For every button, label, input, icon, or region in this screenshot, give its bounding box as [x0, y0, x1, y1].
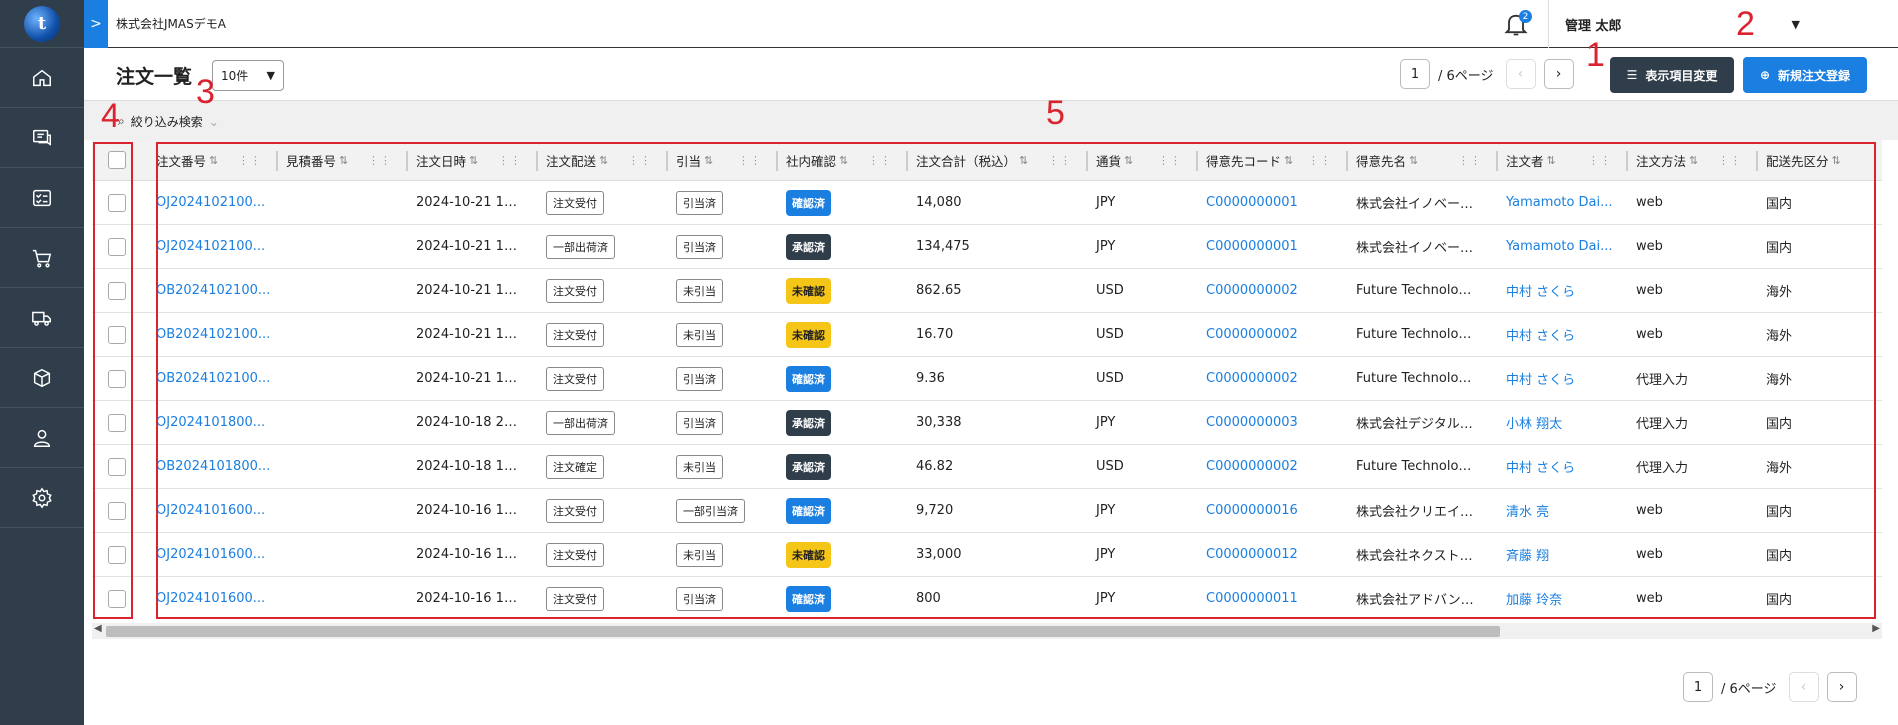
next-page-button[interactable]: ›	[1543, 59, 1574, 89]
gear-icon	[32, 487, 52, 508]
scroll-right-arrow-icon[interactable]: ▶	[1872, 623, 1880, 634]
new-order-button[interactable]: ⊕ 新規注文登録	[1743, 57, 1867, 93]
checklist-icon	[33, 189, 51, 206]
chevron-down-icon: ⌄	[208, 114, 219, 129]
globe-logo-icon: t	[24, 5, 60, 42]
chevron-left-icon: ‹	[1800, 679, 1807, 695]
page-number-input[interactable]: 1	[1400, 59, 1430, 89]
annotation-number-3: 3	[196, 73, 215, 111]
filter-toggle[interactable]: ⌕ 絞り込み検索 ⌄	[118, 113, 219, 130]
page-title: 注文一覧	[116, 66, 193, 88]
column-settings-label: 表示項目変更	[1645, 68, 1718, 83]
sidebar-item-settings[interactable]	[0, 468, 84, 528]
chevron-right-icon: ›	[1555, 66, 1562, 82]
filter-bar	[84, 100, 1898, 140]
sidebar-item-orders[interactable]	[0, 168, 84, 228]
sidebar-item-users[interactable]	[0, 408, 84, 468]
annotation-number-1: 1	[1586, 36, 1605, 74]
sidebar-item-shipping[interactable]	[0, 288, 84, 348]
caret-down-icon: ▼	[266, 69, 275, 82]
new-order-label: 新規注文登録	[1778, 68, 1851, 83]
page-size-value: 10件	[221, 69, 249, 83]
chat-document-icon	[33, 129, 51, 146]
column-settings-button[interactable]: ☰ 表示項目変更	[1610, 57, 1734, 93]
annotation-number-2: 2	[1736, 5, 1755, 43]
sidebar-toggle-button[interactable]: >	[84, 0, 108, 48]
next-page-button[interactable]: ›	[1826, 672, 1857, 702]
user-icon	[33, 429, 51, 447]
prev-page-button[interactable]: ‹	[1788, 672, 1819, 702]
top-pagination: 1 / 6ページ ‹ ›	[1400, 59, 1574, 89]
scrollbar-thumb[interactable]	[106, 626, 1500, 637]
prev-page-button[interactable]: ‹	[1505, 59, 1536, 89]
sidebar-item-cart[interactable]	[0, 228, 84, 288]
page-total-label: / 6ページ	[1438, 68, 1494, 84]
scroll-left-arrow-icon[interactable]: ◀	[94, 623, 102, 634]
plus-circle-icon: ⊕	[1759, 68, 1771, 82]
caret-down-icon: ▼	[1791, 17, 1800, 31]
logo[interactable]: t	[0, 0, 84, 48]
annotation-number-5: 5	[1046, 94, 1065, 132]
sidebar: t	[0, 0, 84, 725]
cart-icon	[32, 249, 52, 267]
sidebar-item-home[interactable]	[0, 48, 84, 108]
chevron-right-icon: >	[90, 15, 102, 32]
filter-label: 絞り込み検索	[130, 115, 203, 129]
annotation-box-5	[156, 142, 1876, 619]
bottom-pagination: 1 / 6ページ ‹ ›	[1683, 672, 1857, 702]
annotation-box-4	[93, 142, 133, 619]
notification-button[interactable]: 2	[1502, 10, 1532, 38]
annotation-number-4: 4	[101, 97, 120, 135]
company-name: 株式会社JMASデモA	[116, 17, 226, 31]
horizontal-scrollbar[interactable]: ◀ ▶	[92, 623, 1882, 639]
chevron-left-icon: ‹	[1517, 66, 1524, 82]
sliders-icon: ☰	[1626, 68, 1638, 82]
sidebar-item-quotes[interactable]	[0, 108, 84, 168]
page-total-label: / 6ページ	[1721, 681, 1777, 697]
page-size-select[interactable]: 10件 ▼	[212, 60, 284, 91]
package-icon	[33, 368, 51, 387]
logo-letter: t	[37, 13, 47, 34]
truck-icon	[32, 311, 51, 326]
chevron-right-icon: ›	[1838, 679, 1845, 695]
home-icon	[33, 69, 51, 86]
sidebar-item-products[interactable]	[0, 348, 84, 408]
page-number-input[interactable]: 1	[1683, 672, 1713, 702]
user-name: 管理 太郎	[1565, 18, 1622, 34]
notification-count-badge: 2	[1519, 10, 1532, 23]
